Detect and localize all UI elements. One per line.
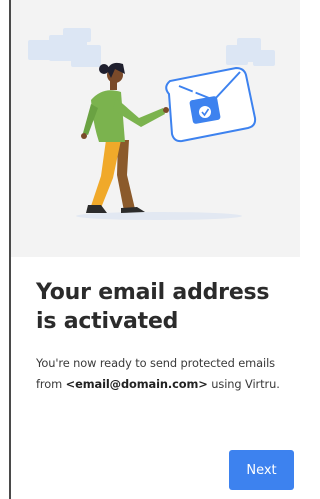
title-line-2: is activated: [36, 309, 179, 334]
hero-illustration: [11, 0, 300, 257]
email-placeholder: <email@domain.com>: [65, 377, 208, 391]
page-title: Your email address is activated: [36, 278, 286, 336]
cloud-left-icon: [28, 28, 101, 67]
woman-figure-icon: [81, 62, 169, 213]
title-line-1: Your email address: [36, 280, 270, 305]
description-text: You're now ready to send protected email…: [36, 353, 286, 395]
description-suffix: using Virtru.: [207, 377, 280, 391]
encrypted-message-icon: [165, 66, 257, 143]
cloud-right-icon: [226, 38, 275, 66]
next-button[interactable]: Next: [229, 450, 294, 490]
content-section: Your email address is activated You're n…: [36, 278, 286, 406]
